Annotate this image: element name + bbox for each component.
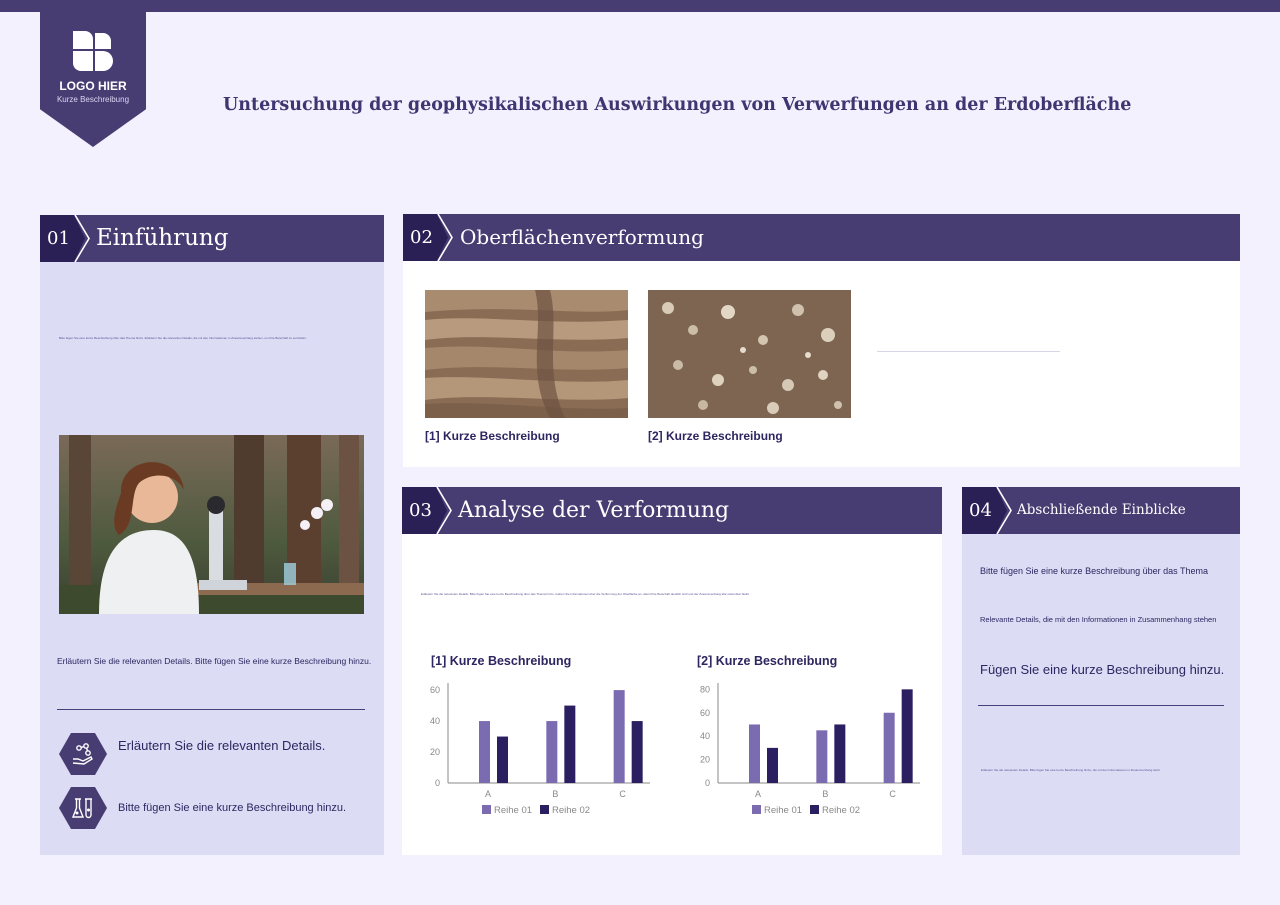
icon-badge <box>59 733 107 775</box>
logo-title: LOGO HIER <box>59 79 127 93</box>
rock-layers-image <box>425 290 628 418</box>
section-header: 01 Einführung <box>40 215 384 262</box>
legend-swatch <box>540 805 549 814</box>
chevron-right-icon <box>436 487 452 534</box>
legend-label: Reihe 01 <box>494 805 532 816</box>
y-tick-label: 0 <box>435 778 440 788</box>
chart-title: [2] Kurze Beschreibung <box>697 654 838 668</box>
x-tick-label: C <box>889 789 896 799</box>
bar <box>546 721 558 783</box>
item-text: Erläutern Sie die relevanten Details. <box>118 738 326 753</box>
bar-chart-2: 0 20 40 60 80 A B C Reihe 01 Reihe 02 <box>700 683 920 816</box>
item-text: Bitte fügen Sie eine kurze Beschreibung … <box>118 802 347 814</box>
body-text: Bitte fügen Sie eine kurze Beschreibung … <box>980 566 1208 576</box>
legend-label: Reihe 02 <box>822 805 860 816</box>
y-tick-label: 60 <box>430 685 440 695</box>
body-text-large: Fügen Sie eine kurze Beschreibung hinzu. <box>980 662 1225 677</box>
bar <box>479 721 490 783</box>
divider <box>57 709 365 710</box>
legend-swatch <box>482 805 491 814</box>
top-bar <box>0 0 1280 12</box>
section-introduction: 01 Einführung Bitte fügen Sie eine kurze… <box>40 215 384 855</box>
divider <box>877 351 1060 352</box>
y-tick-label: 20 <box>700 755 710 765</box>
y-tick-label: 80 <box>700 684 710 694</box>
x-tick-label: A <box>755 789 761 799</box>
y-tick-label: 0 <box>705 778 710 788</box>
section-surface-deformation: 02 Oberflächenverformung [1] Kurze Besch… <box>403 214 1240 467</box>
chevron-right-icon <box>996 487 1012 534</box>
legend-label: Reihe 01 <box>764 805 802 816</box>
bar <box>613 690 625 783</box>
bar <box>749 724 760 783</box>
body-text-small: Erläutern Sie die relevanten Details. Bi… <box>981 768 1161 772</box>
logo-badge: LOGO HIER Kurze Beschreibung <box>40 12 146 147</box>
x-tick-label: C <box>619 789 626 799</box>
bar <box>564 705 576 783</box>
body-text-small: Erläutern Sie die relevanten Details. Bi… <box>421 592 750 596</box>
logo-subtitle: Kurze Beschreibung <box>56 95 130 104</box>
bar <box>883 712 895 783</box>
section-header: 03 Analyse der Verformung <box>402 487 942 534</box>
chart-title: [1] Kurze Beschreibung <box>431 654 572 668</box>
page-title: Untersuchung der geophysikalischen Auswi… <box>223 95 1132 115</box>
y-tick-label: 60 <box>700 708 710 718</box>
y-tick-label: 40 <box>430 716 440 726</box>
chevron-right-icon <box>437 214 453 261</box>
legend-swatch <box>752 805 761 814</box>
section-title: Einführung <box>96 225 229 251</box>
image-caption: [1] Kurze Beschreibung <box>425 429 560 443</box>
x-tick-label: B <box>552 789 558 799</box>
hand-molecule-icon <box>72 743 93 765</box>
section-analysis: 03 Analyse der Verformung Erläutern Sie … <box>402 487 942 855</box>
soil-surface-image <box>648 290 851 418</box>
image-caption: [2] Kurze Beschreibung <box>648 429 783 443</box>
scientist-microscope-image <box>59 435 364 614</box>
section-title: Abschließende Einblicke <box>1017 502 1186 518</box>
section-title: Analyse der Verformung <box>458 498 730 523</box>
bar <box>767 747 778 783</box>
bar <box>901 689 913 783</box>
x-tick-label: B <box>822 789 828 799</box>
body-text-small: Bitte fügen Sie eine kurze Beschreibung … <box>59 336 307 340</box>
body-text: Erläutern Sie die relevanten Details. Bi… <box>57 656 372 666</box>
section-header: 02 Oberflächenverformung <box>403 214 1240 261</box>
y-tick-label: 20 <box>430 747 440 757</box>
legend-label: Reihe 02 <box>552 805 590 816</box>
bar <box>816 730 828 783</box>
section-title: Oberflächenverformung <box>460 225 704 249</box>
section-conclusions: 04 Abschließende Einblicke Bitte fügen S… <box>962 487 1240 855</box>
legend-swatch <box>810 805 819 814</box>
section-header: 04 Abschließende Einblicke <box>962 487 1240 534</box>
bar <box>497 736 508 783</box>
bar <box>834 724 846 783</box>
divider <box>978 705 1224 706</box>
icon-badge <box>59 787 107 829</box>
body-text: Relevante Details, die mit den Informati… <box>980 615 1217 624</box>
bar-chart-1: 0 20 40 60 A B C Reihe 01 Reihe 02 <box>430 683 650 816</box>
chevron-right-icon <box>74 215 90 262</box>
logo-mark-icon <box>73 31 113 71</box>
bar <box>631 721 643 783</box>
lab-flasks-icon <box>71 798 92 819</box>
y-tick-label: 40 <box>700 731 710 741</box>
x-tick-label: A <box>485 789 491 799</box>
